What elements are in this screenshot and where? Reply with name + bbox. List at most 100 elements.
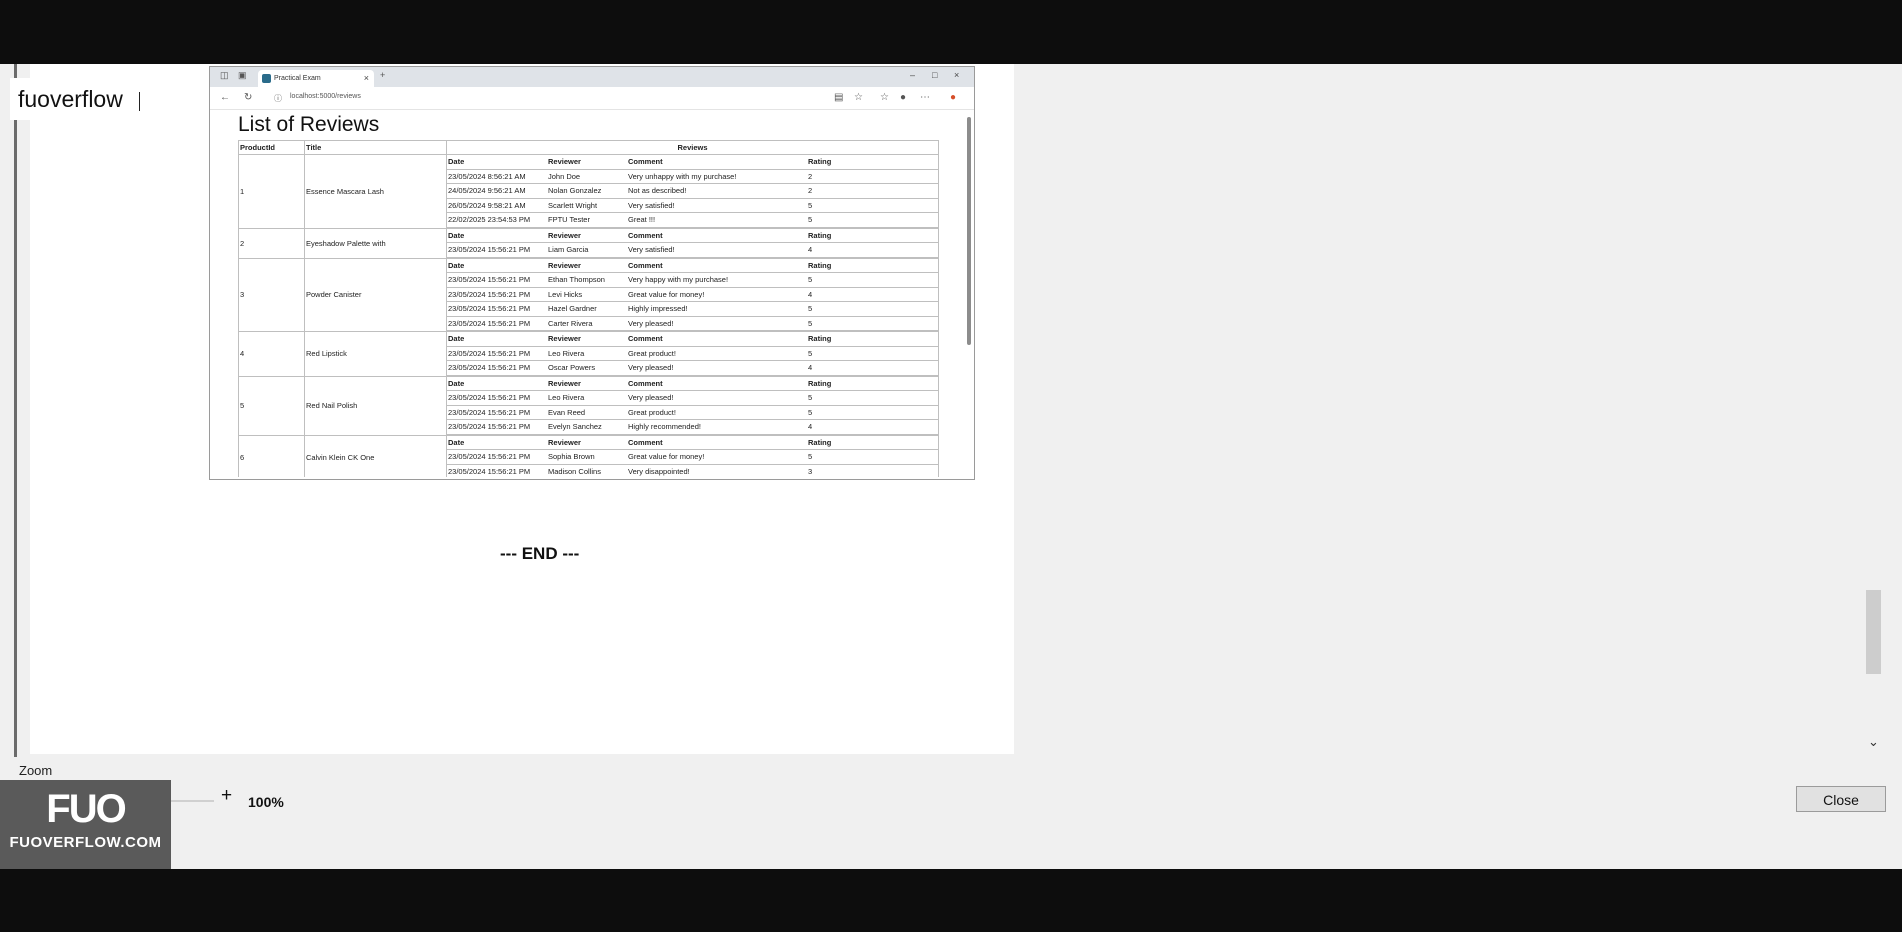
review-rating: 4: [807, 419, 938, 434]
rating-header: Rating: [807, 229, 938, 243]
maximize-icon: □: [932, 70, 938, 80]
review-date: 23/05/2024 15:56:21 PM: [447, 360, 547, 376]
review-reviewer: John Doe: [547, 169, 627, 184]
review-date: 23/05/2024 15:56:21 PM: [447, 464, 547, 477]
review-rating: 4: [807, 360, 938, 376]
reviewer-header: Reviewer: [547, 258, 627, 273]
review-date: 24/05/2024 9:56:21 AM: [447, 183, 547, 199]
review-row: 23/05/2024 15:56:21 PM Hazel Gardner Highl…: [447, 301, 938, 317]
rating-header: Rating: [807, 155, 938, 170]
logo-subtitle: FUOVERFLOW.COM: [9, 834, 162, 851]
review-row: 23/05/2024 15:56:21 PM Oscar Powers Very p…: [447, 360, 938, 376]
product-row: 6 Calvin Klein CK One Date Reviewer Comment R…: [238, 434, 939, 477]
review-rating: 5: [807, 346, 938, 361]
review-comment: Very pleased!: [627, 316, 807, 331]
date-header: Date: [447, 258, 547, 273]
review-comment: Great product!: [627, 405, 807, 420]
browser-tab-bar: ◫ ▣ Practical Exam × + – □ ×: [210, 67, 974, 87]
product-title-cell: Calvin Klein CK One: [304, 434, 447, 477]
product-title-cell: Red Lipstick: [304, 331, 447, 377]
review-date: 23/05/2024 15:56:21 PM: [447, 272, 547, 288]
product-id-cell: 1: [238, 154, 305, 229]
review-rating: 5: [807, 272, 938, 288]
table-header-row: ProductId Title Reviews: [238, 140, 939, 155]
refresh-icon: ↻: [244, 92, 253, 103]
document-page[interactable]: ◫ ▣ Practical Exam × + – □ × ← ↻ ⓘ local…: [30, 64, 1014, 754]
review-rating: 5: [807, 405, 938, 420]
favorite-icon: ☆: [854, 92, 863, 103]
product-reviews-cell: Date Reviewer Comment Rating 23/05/2024 15:5…: [446, 257, 939, 332]
review-reviewer: FPTU Tester: [547, 212, 627, 228]
review-date: 23/05/2024 8:56:21 AM: [447, 169, 547, 184]
logo-mark: FUO: [46, 787, 126, 831]
review-row: 23/05/2024 15:56:21 PM Evelyn Sanchez High…: [447, 419, 938, 434]
review-row: 23/05/2024 15:56:21 PM Evan Reed Great pro…: [447, 405, 938, 420]
review-rating: 5: [807, 301, 938, 317]
page-content: List of Reviews ProductId Title Reviews …: [238, 113, 960, 477]
review-reviewer: Levi Hicks: [547, 287, 627, 302]
tab-actions-icon: ▣: [238, 70, 247, 80]
review-comment: Very disappointed!: [627, 464, 807, 477]
header-reviews: Reviews: [446, 140, 939, 155]
review-comment: Very pleased!: [627, 360, 807, 376]
zoom-label: Zoom: [19, 763, 53, 778]
review-comment: Highly impressed!: [627, 301, 807, 317]
product-title-cell: Essence Mascara Lash: [304, 154, 447, 229]
review-date: 26/05/2024 9:58:21 AM: [447, 198, 547, 213]
review-row: 22/02/2025 23:54:53 PM FPTU Tester Great !…: [447, 212, 938, 228]
rating-header: Rating: [807, 332, 938, 347]
profile-icon: ●: [900, 92, 907, 103]
review-date: 22/02/2025 23:54:53 PM: [447, 212, 547, 228]
review-reviewer: Oscar Powers: [547, 360, 627, 376]
close-button[interactable]: Close: [1796, 786, 1886, 812]
nested-header-row: Date Reviewer Comment Rating: [447, 435, 938, 450]
zoom-value: 100%: [248, 794, 284, 810]
comment-header: Comment: [627, 435, 807, 450]
product-id-cell: 5: [238, 375, 305, 436]
review-date: 23/05/2024 15:56:21 PM: [447, 419, 547, 434]
review-row: 23/05/2024 15:56:21 PM Leo Rivera Great pr…: [447, 346, 938, 361]
zoom-in-button[interactable]: +: [221, 785, 232, 807]
review-comment: Highly recommended!: [627, 419, 807, 434]
reader-icon: ▤: [834, 92, 844, 103]
nested-reviews-table: Date Reviewer Comment Rating 23/05/2024 15:5…: [447, 377, 938, 434]
product-title-cell: Red Nail Polish: [304, 375, 447, 436]
comment-header: Comment: [627, 258, 807, 273]
fuoverflow-logo: FUO FUOVERFLOW.COM: [0, 780, 171, 869]
product-id-cell: 3: [238, 257, 305, 332]
review-reviewer: Hazel Gardner: [547, 301, 627, 317]
nested-reviews-table: Date Reviewer Comment Rating 23/05/2024 8:56…: [447, 155, 938, 228]
review-rating: 5: [807, 449, 938, 465]
review-rating: 4: [807, 287, 938, 302]
scroll-down-icon[interactable]: ⌄: [1868, 734, 1879, 750]
watermark-text: fuoverflow: [10, 78, 138, 120]
review-date: 23/05/2024 15:56:21 PM: [447, 449, 547, 465]
embedded-scrollbar: [966, 111, 972, 477]
copilot-icon: ●: [950, 92, 957, 103]
reviewer-header: Reviewer: [547, 435, 627, 450]
collections-icon: ☆: [880, 92, 889, 103]
back-icon: ←: [220, 92, 230, 103]
review-comment: Very satisfied!: [627, 242, 807, 257]
review-row: 23/05/2024 15:56:21 PM Leo Rivera Very ple…: [447, 390, 938, 406]
window-close-icon: ×: [954, 70, 960, 80]
review-row: 23/05/2024 8:56:21 AM John Doe Very unhapp…: [447, 169, 938, 184]
date-header: Date: [447, 229, 547, 243]
product-title-cell: Eyeshadow Palette with: [304, 227, 447, 259]
more-icon: ⋯: [920, 92, 930, 103]
date-header: Date: [447, 377, 547, 391]
comment-header: Comment: [627, 155, 807, 170]
product-reviews-cell: Date Reviewer Comment Rating 23/05/2024 15:5…: [446, 227, 939, 259]
product-row: 1 Essence Mascara Lash Date Reviewer Comment…: [238, 154, 939, 229]
review-reviewer: Nolan Gonzalez: [547, 183, 627, 199]
workspaces-icon: ◫: [220, 70, 229, 80]
review-rating: 2: [807, 183, 938, 199]
address-bar: ← ↻ ⓘ localhost:5000/reviews ▤ ☆ ☆ ● ⋯ ●: [210, 87, 974, 110]
review-row: 23/05/2024 15:56:21 PM Levi Hicks Great va…: [447, 287, 938, 302]
nested-reviews-table: Date Reviewer Comment Rating 23/05/2024 15:5…: [447, 435, 938, 477]
text-caret: [139, 92, 140, 111]
nested-header-row: Date Reviewer Comment Rating: [447, 377, 938, 391]
review-reviewer: Evelyn Sanchez: [547, 419, 627, 434]
document-scrollbar-thumb[interactable]: [1866, 590, 1881, 674]
review-date: 23/05/2024 15:56:21 PM: [447, 316, 547, 331]
